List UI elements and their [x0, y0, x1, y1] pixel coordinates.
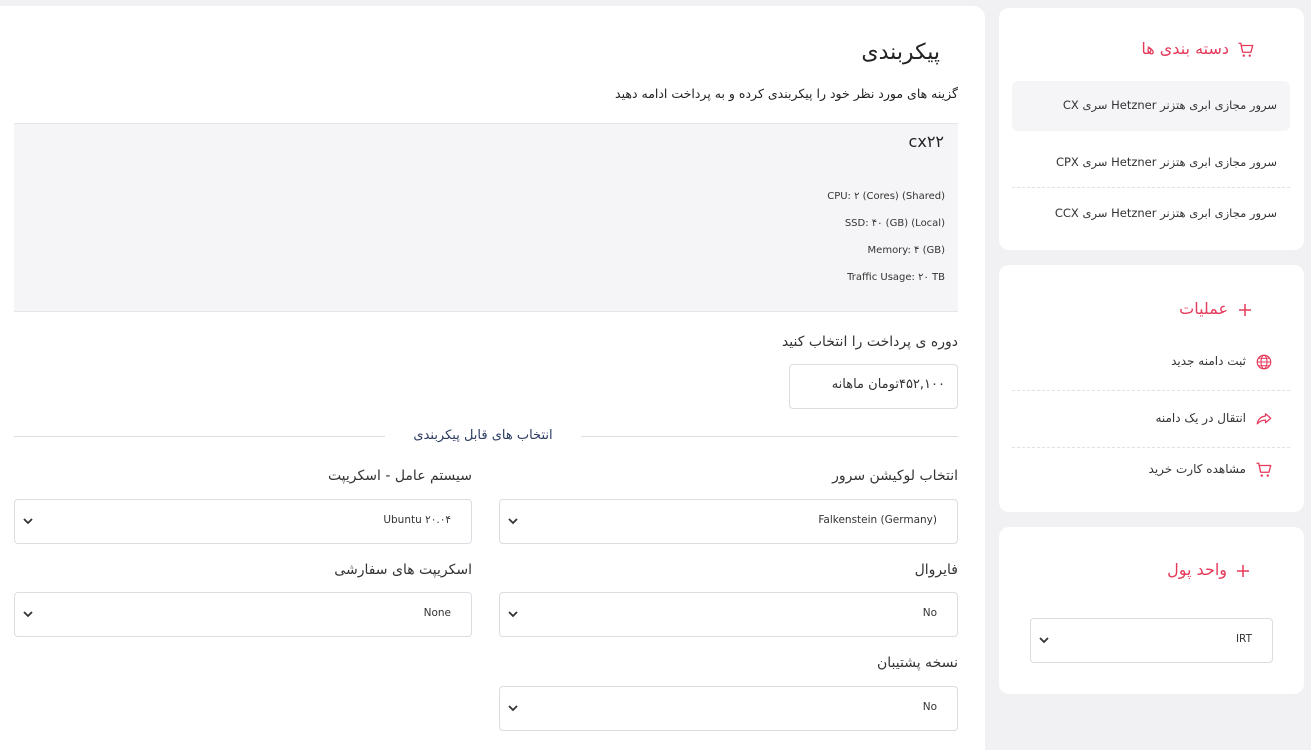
custom-scripts-value: None — [423, 607, 451, 619]
spec-traffic: Traffic Usage: ۲۰ TB — [847, 272, 945, 283]
transfer-domain-link[interactable]: انتقال در یک دامنه — [1012, 394, 1290, 448]
chevron-down-icon — [508, 518, 518, 525]
backup-value: No — [922, 701, 937, 713]
category-item-cpx[interactable]: سرور مجازی ابری هتزنر Hetzner سری CPX — [1012, 138, 1290, 188]
location-label: انتخاب لوکیشن سرور — [832, 468, 958, 484]
page-subtitle: گزینه های مورد نظر خود را پیکربندی کرده … — [615, 86, 958, 101]
backup-label: نسخه پشتیبان — [877, 655, 958, 671]
transfer-domain-label: انتقال در یک دامنه — [1155, 411, 1246, 425]
chevron-down-icon — [23, 518, 33, 525]
os-select[interactable]: Ubuntu ۲۰.۰۴ — [14, 499, 472, 544]
chevron-down-icon — [23, 611, 33, 618]
cart-icon — [1238, 42, 1254, 57]
spec-cpu: CPU: ۲ (Cores) (Shared) — [827, 191, 945, 202]
currency-select[interactable]: IRT — [1030, 618, 1273, 663]
category-item-label: سرور مجازی ابری هتزنر Hetzner سری CX — [1062, 98, 1277, 112]
actions-title: عملیات — [1179, 299, 1228, 318]
firewall-label: فایروال — [914, 562, 958, 578]
categories-panel: دسته بندی ها سرور مجازی ابری هتزنر Hetzn… — [999, 8, 1304, 250]
billing-cycle-select[interactable]: ۴۵۲,۱۰۰تومان ماهانه — [789, 364, 958, 409]
register-domain-link[interactable]: ثبت دامنه جدید — [1012, 337, 1290, 391]
category-item-label: سرور مجازی ابری هتزنر Hetzner سری CCX — [1054, 206, 1277, 220]
currency-title: واحد پول — [1167, 560, 1227, 579]
page-scrollbar[interactable] — [1305, 0, 1311, 750]
currency-panel: واحد پول IRT — [999, 527, 1304, 694]
spec-ssd: SSD: ۴۰ (GB) (Local) — [844, 218, 945, 229]
backup-select[interactable]: No — [499, 686, 958, 731]
share-arrow-icon — [1256, 413, 1272, 425]
options-divider-label: انتخاب های قابل پیکربندی — [385, 428, 581, 443]
location-value: Falkenstein (Germany) — [818, 514, 937, 526]
plus-icon — [1239, 304, 1251, 316]
spec-memory: Memory: ۴ (GB) — [867, 245, 945, 256]
configuration-card: پیکربندی گزینه های مورد نظر خود را پیکرب… — [0, 6, 985, 750]
register-domain-label: ثبت دامنه جدید — [1171, 354, 1246, 368]
product-name: cx۲۲ — [908, 132, 944, 151]
category-item-label: سرور مجازی ابری هتزنر Hetzner سری CPX — [1055, 155, 1277, 169]
chevron-down-icon — [1039, 637, 1049, 644]
os-label: سیستم عامل - اسکریپت — [327, 468, 472, 484]
location-select[interactable]: Falkenstein (Germany) — [499, 499, 958, 544]
actions-panel: عملیات ثبت دامنه جدید انتقال در یک دامنه… — [999, 265, 1304, 512]
os-value: Ubuntu ۲۰.۰۴ — [383, 514, 451, 526]
categories-title: دسته بندی ها — [1141, 39, 1229, 58]
view-cart-link[interactable]: مشاهده کارت خرید — [1012, 445, 1290, 499]
custom-scripts-select[interactable]: None — [14, 592, 472, 637]
chevron-down-icon — [508, 611, 518, 618]
billing-cycle-label: دوره ی پرداخت را انتخاب کنید — [781, 334, 958, 350]
view-cart-label: مشاهده کارت خرید — [1148, 462, 1246, 476]
chevron-down-icon — [508, 705, 518, 712]
page-title: پیکربندی — [861, 40, 940, 65]
globe-icon — [1256, 354, 1272, 370]
plus-icon — [1237, 565, 1249, 577]
currency-value: IRT — [1235, 633, 1252, 645]
billing-cycle-value: ۴۵۲,۱۰۰تومان ماهانه — [831, 377, 945, 392]
cart-icon — [1256, 462, 1272, 477]
category-item-ccx[interactable]: سرور مجازی ابری هتزنر Hetzner سری CCX — [1012, 189, 1290, 239]
firewall-select[interactable]: No — [499, 592, 958, 637]
category-item-cx[interactable]: سرور مجازی ابری هتزنر Hetzner سری CX — [1012, 81, 1290, 131]
firewall-value: No — [922, 607, 937, 619]
custom-scripts-label: اسکریپت های سفارشی — [334, 562, 472, 578]
product-summary: cx۲۲ CPU: ۲ (Cores) (Shared) SSD: ۴۰ (GB… — [14, 123, 958, 312]
